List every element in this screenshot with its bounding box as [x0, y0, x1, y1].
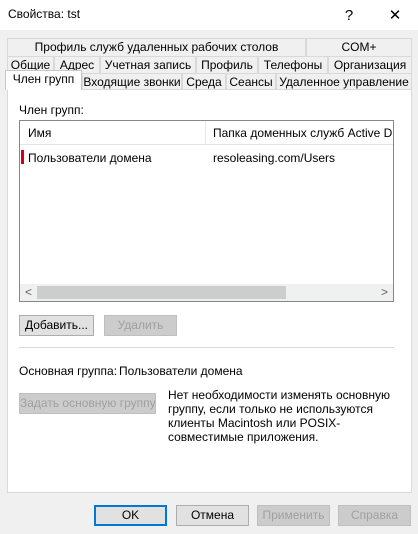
member-of-label: Член групп:: [19, 103, 84, 117]
cancel-button[interactable]: Отмена: [176, 505, 249, 526]
groups-list[interactable]: Имя Папка доменных служб Active Director…: [19, 120, 394, 302]
divider: [19, 347, 394, 348]
tab-account[interactable]: Учетная запись: [100, 56, 196, 74]
tab-com-plus[interactable]: COM+: [306, 38, 412, 56]
column-separator[interactable]: [205, 121, 206, 145]
set-primary-group-button[interactable]: Задать основную группу: [19, 393, 156, 414]
list-header: Имя Папка доменных служб Active Director…: [20, 121, 393, 145]
apply-button[interactable]: Применить: [257, 505, 330, 526]
tab-panel-member-of: Член групп: Имя Папка доменных служб Act…: [7, 89, 412, 493]
window-title: Свойства: tst: [8, 7, 81, 21]
tab-rds-profile[interactable]: Профиль служб удаленных рабочих столов: [7, 38, 306, 56]
column-header-name[interactable]: Имя: [28, 126, 51, 140]
help-icon[interactable]: ?: [326, 0, 372, 30]
close-icon[interactable]: ✕: [372, 0, 418, 30]
list-item[interactable]: Пользователи домена resoleasing.com/User…: [20, 148, 393, 168]
scroll-right-icon[interactable]: >: [376, 284, 393, 301]
help-button[interactable]: Справка: [338, 505, 411, 526]
primary-group-info: Нет необходимости изменять основную груп…: [168, 388, 390, 444]
primary-group-value: Пользователи домена: [119, 364, 243, 378]
title-bar: Свойства: tst ? ✕: [0, 0, 418, 30]
focus-marker: [21, 150, 24, 164]
tab-organization[interactable]: Организация: [328, 56, 412, 74]
horizontal-scrollbar[interactable]: < >: [20, 284, 393, 301]
primary-group-label: Основная группа:: [19, 364, 118, 378]
tab-profile[interactable]: Профиль: [196, 56, 258, 74]
scroll-left-icon[interactable]: <: [20, 284, 37, 301]
column-header-folder[interactable]: Папка доменных служб Active Directory: [213, 126, 393, 140]
tab-telephones[interactable]: Телефоны: [258, 56, 328, 74]
add-button[interactable]: Добавить...: [19, 315, 94, 336]
ok-button[interactable]: OK: [94, 505, 167, 526]
group-folder: resoleasing.com/Users: [213, 151, 336, 165]
remove-button[interactable]: Удалить: [104, 315, 177, 336]
tab-member-of[interactable]: Член групп: [5, 70, 82, 90]
group-name: Пользователи домена: [28, 151, 152, 165]
scroll-thumb[interactable]: [37, 286, 286, 299]
